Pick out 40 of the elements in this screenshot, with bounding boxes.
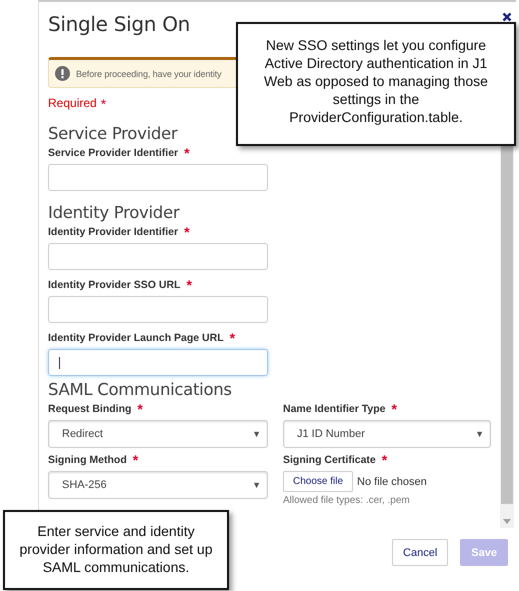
required-asterisk: * — [184, 224, 190, 240]
dialog-title: Single Sign On — [48, 12, 190, 38]
scroll-down-icon[interactable] — [503, 519, 511, 524]
required-asterisk: * — [100, 96, 106, 112]
callout-tooltip: New SSO settings let you configure Active Directory authentication in J1 Web as opposed to managing those settings in the ProviderConfiguration.table. — [236, 22, 516, 146]
file-type-hint: Allowed file types: .cer, .pem — [283, 495, 411, 506]
field-label: Signing Certificate — [283, 454, 376, 466]
required-asterisk: * — [137, 401, 143, 417]
cancel-button[interactable]: Cancel — [392, 539, 448, 566]
dropdown-field[interactable]: Redirect ▼ — [48, 420, 268, 448]
callout-tooltip: Enter service and identity provider information and set up SAML communications. — [3, 510, 229, 590]
field-label: Signing Method — [48, 454, 127, 466]
file-status: No file chosen — [357, 476, 427, 488]
field-label: Identity Provider Identifier — [48, 226, 178, 238]
field-label: Identity Provider SSO URL — [48, 279, 180, 291]
input-field[interactable] — [48, 296, 268, 323]
input-field[interactable] — [48, 349, 268, 376]
required-asterisk: * — [184, 145, 190, 161]
alert-text: Before proceeding, have your identity — [76, 68, 222, 78]
section-heading: Identity Provider — [48, 203, 181, 222]
input-field[interactable] — [48, 243, 268, 270]
dropdown-field[interactable]: SHA-256 ▼ — [48, 471, 268, 499]
dropdown-field[interactable]: J1 ID Number ▼ — [283, 420, 491, 448]
choose-file-button[interactable]: Choose file — [283, 471, 354, 492]
required-note: Required — [48, 96, 97, 112]
text-cursor — [59, 357, 60, 369]
field-label: Service Provider Identifier — [48, 147, 178, 159]
field-label: Name Identifier Type — [283, 403, 386, 415]
input-field[interactable] — [48, 164, 268, 191]
section-heading: Service Provider — [48, 124, 179, 143]
required-asterisk: * — [392, 401, 397, 417]
field-label: Request Binding — [48, 403, 132, 415]
required-asterisk: * — [186, 277, 192, 293]
required-asterisk: * — [382, 452, 388, 468]
required-asterisk: * — [230, 330, 236, 346]
exclamation-icon — [55, 66, 70, 81]
section-heading: SAML Communications — [48, 380, 233, 399]
field-label: Identity Provider Launch Page URL — [48, 332, 224, 344]
required-asterisk: * — [132, 452, 138, 468]
close-icon[interactable] — [502, 12, 512, 22]
